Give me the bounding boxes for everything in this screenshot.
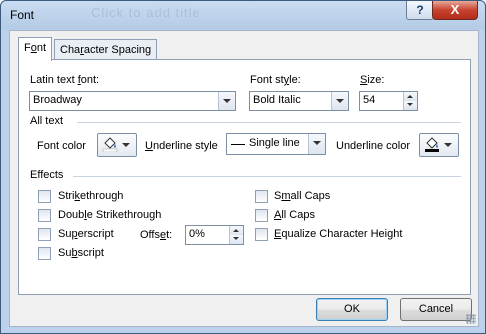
small-caps-checkbox[interactable] — [255, 190, 268, 203]
group-divider — [73, 176, 461, 177]
resize-grip-icon[interactable] — [466, 314, 476, 324]
all-caps-label[interactable]: All Caps — [274, 209, 315, 221]
font-style-select[interactable]: Bold Italic — [249, 91, 349, 111]
subscript-checkbox[interactable] — [38, 247, 51, 260]
close-button[interactable]: X — [432, 1, 478, 20]
size-spinner[interactable]: 54 — [359, 91, 418, 111]
font-style-value: Bold Italic — [253, 94, 301, 106]
underline-color-button[interactable] — [419, 133, 459, 157]
background-title-ghost: Click to add title — [91, 5, 201, 20]
chevron-down-icon[interactable] — [308, 134, 325, 154]
chevron-down-icon[interactable] — [218, 92, 235, 110]
offset-value: 0% — [189, 228, 205, 240]
help-button[interactable]: ? — [406, 1, 434, 20]
latin-font-label: Latin text font: — [30, 74, 100, 86]
chevron-down-icon[interactable] — [331, 92, 348, 110]
underline-style-select[interactable]: Single line — [226, 133, 326, 155]
small-caps-label[interactable]: Small Caps — [274, 190, 330, 202]
dialog-title: Font — [10, 8, 35, 22]
double-strikethrough-checkbox[interactable] — [38, 209, 51, 222]
title-bar[interactable]: Font Click to add title ? X — [1, 1, 485, 30]
tab-character-spacing[interactable]: Character Spacing — [54, 39, 158, 60]
dialog-body: Font Character Spacing Latin text font: … — [9, 30, 479, 327]
spin-down-icon[interactable] — [403, 101, 417, 110]
font-color-label: Font color — [37, 140, 86, 152]
chevron-down-icon — [420, 134, 458, 156]
size-value: 54 — [363, 94, 376, 106]
font-tab-panel: Latin text font: Broadway Font style: Bo… — [18, 59, 471, 295]
strikethrough-checkbox[interactable] — [38, 190, 51, 203]
double-strikethrough-label[interactable]: Double Strikethrough — [58, 209, 161, 221]
superscript-label[interactable]: Superscript — [58, 228, 114, 240]
font-color-button[interactable] — [97, 133, 137, 157]
superscript-checkbox[interactable] — [38, 228, 51, 241]
underline-color-label: Underline color — [336, 140, 410, 152]
size-label: Size: — [360, 74, 385, 86]
font-style-label: Font style: — [250, 74, 301, 86]
tab-font[interactable]: Font — [18, 37, 53, 61]
spin-up-icon[interactable] — [403, 92, 417, 101]
spin-down-icon[interactable] — [229, 235, 243, 244]
all-text-heading: All text — [30, 115, 64, 127]
cancel-button[interactable]: Cancel — [400, 298, 472, 321]
chevron-down-icon — [98, 134, 136, 156]
strikethrough-label[interactable]: Strikethrough — [58, 190, 123, 202]
line-sample-icon — [231, 144, 245, 145]
font-dialog: Font Click to add title ? X Font Charact… — [0, 0, 486, 334]
ok-button[interactable]: OK — [316, 298, 388, 321]
latin-font-value: Broadway — [33, 94, 82, 106]
underline-style-label: Underline style — [145, 140, 218, 152]
offset-label: Offset: — [140, 229, 173, 241]
subscript-label[interactable]: Subscript — [58, 247, 104, 259]
spin-up-icon[interactable] — [229, 226, 243, 235]
latin-font-select[interactable]: Broadway — [29, 91, 236, 111]
offset-spinner[interactable]: 0% — [185, 225, 244, 245]
underline-style-value: Single line — [249, 137, 300, 149]
equalize-character-height-label[interactable]: Equalize Character Height — [274, 228, 402, 240]
effects-heading: Effects — [30, 169, 64, 181]
group-divider — [77, 122, 461, 123]
all-caps-checkbox[interactable] — [255, 209, 268, 222]
equalize-character-height-checkbox[interactable] — [255, 228, 268, 241]
